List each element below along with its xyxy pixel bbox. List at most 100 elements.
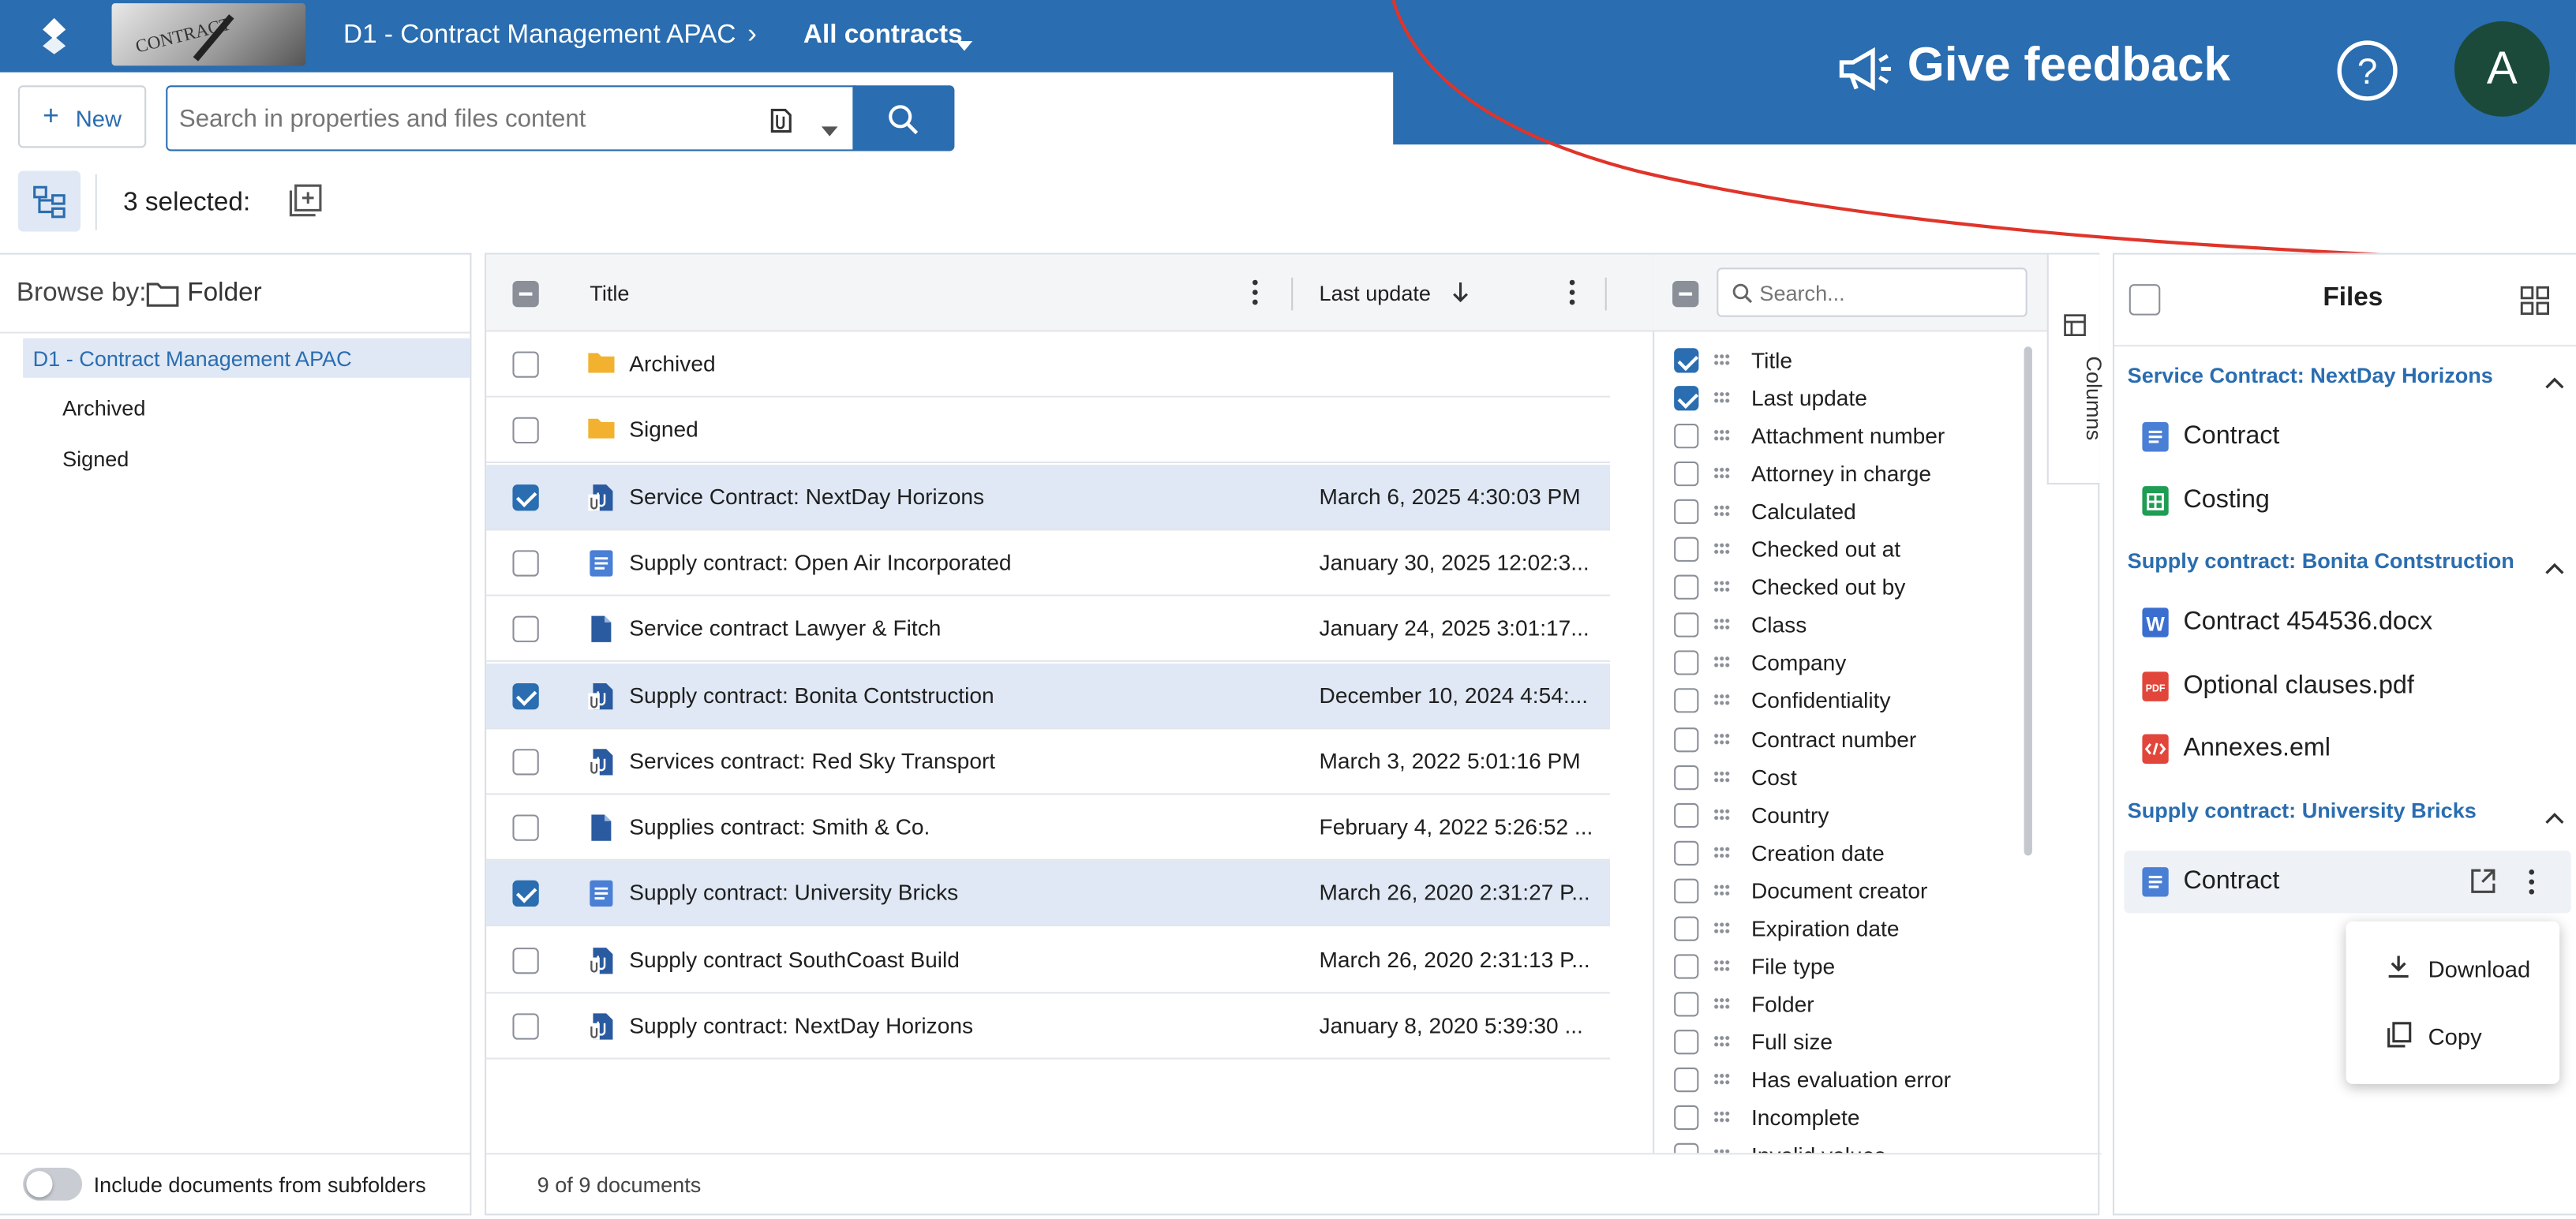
column-checkbox[interactable]	[1674, 575, 1699, 600]
row-title[interactable]: Supply contract: Open Air Incorporated	[629, 550, 1011, 574]
file-item[interactable]: Annexes.eml	[2114, 718, 2576, 780]
drag-handle-icon[interactable]	[1713, 353, 1730, 367]
column-option[interactable]: Title	[1654, 343, 2032, 381]
column-checkbox[interactable]	[1674, 537, 1699, 563]
give-feedback-button[interactable]: Give feedback	[1908, 39, 2230, 94]
column-option[interactable]: Checked out by	[1654, 570, 2032, 608]
grid-view-icon[interactable]	[2520, 286, 2550, 320]
table-row[interactable]: Supply contract SouthCoast Build March 26…	[486, 927, 1610, 993]
row-checkbox[interactable]	[512, 615, 539, 643]
column-option[interactable]: Expiration date	[1654, 911, 2032, 949]
row-title[interactable]: Service contract Lawyer & Fitch	[629, 616, 941, 641]
breadcrumb-root[interactable]: D1 - Contract Management APAC	[343, 21, 736, 50]
row-checkbox[interactable]	[512, 682, 539, 709]
table-row[interactable]: Service Contract: NextDay Horizons March …	[486, 464, 1610, 530]
chevron-up-icon[interactable]	[2544, 368, 2564, 394]
drag-handle-icon[interactable]	[1713, 921, 1730, 934]
column-option[interactable]: Checked out at	[1654, 533, 2032, 570]
column-option[interactable]: Invalid values	[1654, 1139, 2032, 1154]
help-icon[interactable]: ?	[2336, 39, 2398, 107]
column-header-last-update[interactable]: Last update	[1320, 281, 1431, 305]
more-vert-icon[interactable]	[1250, 279, 1260, 311]
search-box[interactable]	[166, 85, 856, 151]
column-option[interactable]: Creation date	[1654, 836, 2032, 873]
row-title[interactable]: Supply contract: Bonita Contstruction	[629, 682, 994, 707]
drag-handle-icon[interactable]	[1713, 731, 1730, 746]
drag-handle-icon[interactable]	[1713, 580, 1730, 594]
drag-handle-icon[interactable]	[1713, 466, 1730, 480]
row-checkbox[interactable]	[512, 351, 539, 378]
table-row[interactable]: Supplies contract: Smith & Co. February 4…	[486, 795, 1610, 861]
drag-handle-icon[interactable]	[1713, 542, 1730, 556]
search-button[interactable]	[852, 85, 955, 151]
column-checkbox[interactable]	[1674, 878, 1699, 903]
column-option[interactable]: Incomplete	[1654, 1101, 2032, 1139]
table-row[interactable]: Services contract: Red Sky Transport Marc…	[486, 729, 1610, 795]
columns-scrollbar[interactable]	[2024, 346, 2032, 856]
menu-item-download[interactable]: Download	[2346, 938, 2560, 997]
breadcrumb-current[interactable]: All contracts	[803, 21, 963, 50]
column-header-title[interactable]: Title	[590, 281, 629, 305]
row-checkbox[interactable]	[512, 881, 539, 907]
drag-handle-icon[interactable]	[1713, 1110, 1730, 1124]
file-item[interactable]: Contract	[2114, 406, 2576, 468]
column-checkbox[interactable]	[1674, 916, 1699, 941]
drag-handle-icon[interactable]	[1713, 1034, 1730, 1048]
column-option[interactable]: Folder	[1654, 987, 2032, 1025]
drag-handle-icon[interactable]	[1713, 1148, 1730, 1154]
table-row[interactable]: Supply contract: University Bricks March …	[486, 861, 1610, 927]
column-checkbox[interactable]	[1674, 840, 1699, 866]
file-group-header[interactable]: Supply contract: Bonita Contstruction	[2114, 532, 2576, 591]
row-checkbox[interactable]	[512, 748, 539, 776]
more-vert-icon[interactable]	[1567, 279, 1577, 311]
search-input[interactable]	[178, 102, 738, 135]
column-option[interactable]: Last update	[1654, 381, 2032, 419]
column-checkbox[interactable]	[1674, 1029, 1699, 1055]
column-option[interactable]: Attachment number	[1654, 419, 2032, 457]
open-external-icon[interactable]	[2469, 866, 2497, 899]
file-group-header[interactable]: Service Contract: NextDay Horizons	[2114, 346, 2576, 406]
files-select-checkbox[interactable]	[2129, 284, 2161, 316]
add-to-selection-icon[interactable]	[289, 184, 322, 222]
caret-down-icon[interactable]	[821, 115, 838, 141]
tree-item-root[interactable]: D1 - Contract Management APAC	[23, 338, 470, 378]
tree-item-archived[interactable]: Archived	[62, 396, 145, 421]
drag-handle-icon[interactable]	[1713, 769, 1730, 783]
column-option[interactable]: Class	[1654, 608, 2032, 646]
tree-view-toggle[interactable]	[17, 170, 80, 232]
column-checkbox[interactable]	[1674, 386, 1699, 411]
column-checkbox[interactable]	[1674, 424, 1699, 449]
row-checkbox[interactable]	[512, 550, 539, 577]
row-title[interactable]: Supply contract: NextDay Horizons	[629, 1013, 973, 1038]
row-title[interactable]: Signed	[629, 417, 698, 442]
table-row[interactable]: Supply contract: Open Air Incorporated Ja…	[486, 530, 1610, 596]
drag-handle-icon[interactable]	[1713, 1072, 1730, 1086]
file-group-header[interactable]: Supply contract: University Bricks	[2114, 781, 2576, 840]
columns-search-input[interactable]	[1759, 279, 2006, 306]
row-checkbox[interactable]	[512, 417, 539, 444]
drag-handle-icon[interactable]	[1713, 883, 1730, 896]
drag-handle-icon[interactable]	[1713, 656, 1730, 670]
column-option[interactable]: Has evaluation error	[1654, 1063, 2032, 1101]
attachment-file-icon[interactable]	[766, 103, 795, 141]
drag-handle-icon[interactable]	[1713, 504, 1730, 518]
table-row[interactable]: Service contract Lawyer & Fitch January 2…	[486, 596, 1610, 663]
arrow-down-icon[interactable]	[1452, 281, 1469, 308]
column-checkbox[interactable]	[1674, 348, 1699, 373]
columns-search-box[interactable]	[1717, 267, 2027, 317]
column-option[interactable]: Attorney in charge	[1654, 457, 2032, 495]
row-title[interactable]: Archived	[629, 351, 715, 376]
row-checkbox[interactable]	[512, 484, 539, 510]
drag-handle-icon[interactable]	[1713, 618, 1730, 632]
layers-logo-icon[interactable]	[36, 17, 73, 61]
file-item[interactable]: PDF Optional clauses.pdf	[2114, 655, 2576, 717]
select-all-checkbox[interactable]	[512, 280, 539, 308]
column-checkbox[interactable]	[1674, 953, 1699, 979]
browse-mode-select[interactable]: Folder	[187, 279, 261, 308]
chevron-up-icon[interactable]	[2544, 553, 2564, 579]
column-option[interactable]: Document creator	[1654, 873, 2032, 911]
tab-columns[interactable]: Columns	[2046, 254, 2106, 485]
drag-handle-icon[interactable]	[1713, 845, 1730, 858]
column-option[interactable]: Calculated	[1654, 495, 2032, 533]
row-title[interactable]: Supply contract: University Bricks	[629, 881, 958, 906]
